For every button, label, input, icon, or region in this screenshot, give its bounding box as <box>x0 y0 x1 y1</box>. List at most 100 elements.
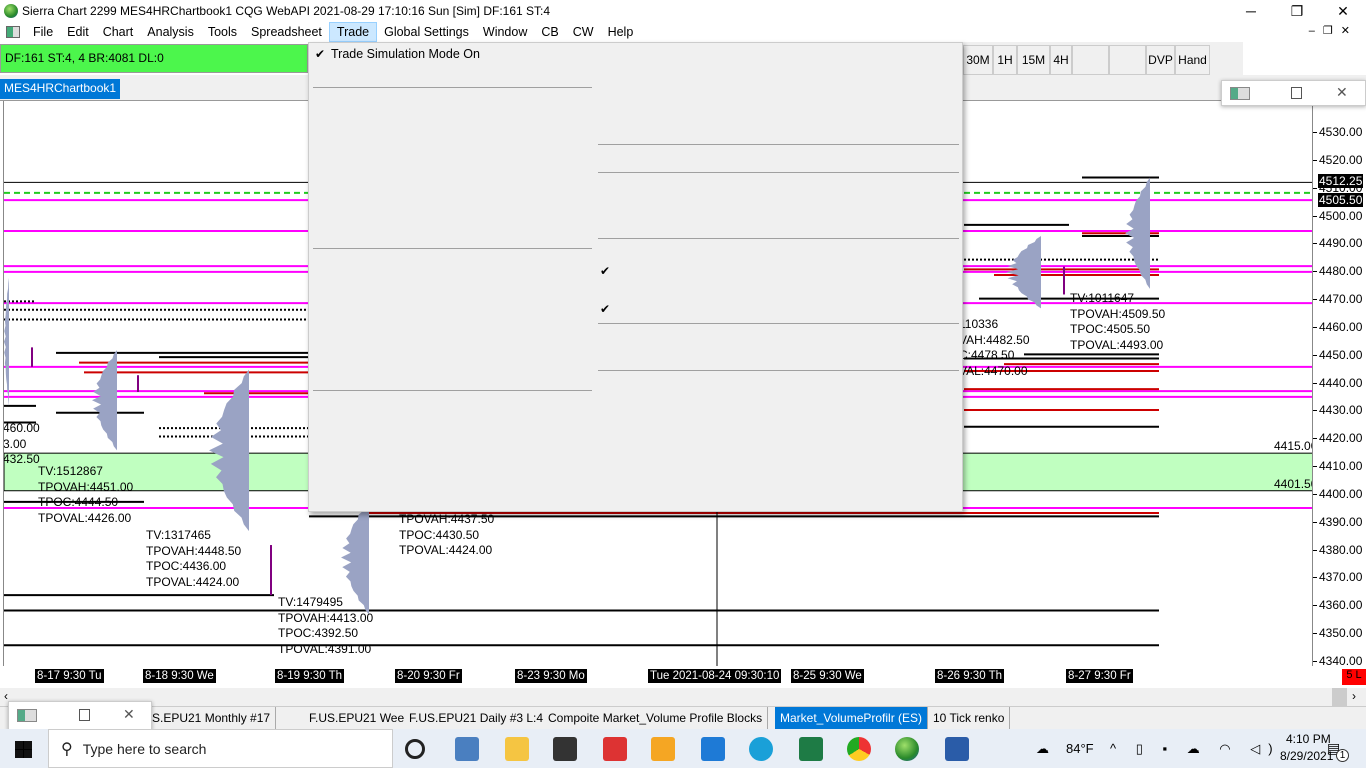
toolbar-button-dvp[interactable]: DVP <box>1146 45 1175 75</box>
annotation-line: TPOC:4444.50 <box>38 495 119 509</box>
scroll-right-icon[interactable]: › <box>1352 689 1356 703</box>
x-tick-label: 8-19 9:30 Th <box>275 669 345 683</box>
taskbar-search-input[interactable]: ⚲ Type here to search <box>48 729 393 768</box>
y-tick-label: 4430.00 <box>1312 403 1363 418</box>
annotation-line: TPOVAH:4448.50 <box>146 543 242 558</box>
minimize-button[interactable]: ─ <box>1228 0 1274 22</box>
app-menu-icon[interactable] <box>6 26 20 38</box>
menu-window[interactable]: Window <box>476 22 534 42</box>
horizontal-scrollbar[interactable]: ‹ › <box>0 688 1366 706</box>
menu-file[interactable]: File <box>26 22 60 42</box>
toolbar-button-blank-5[interactable] <box>1109 45 1146 75</box>
price-label-poc: 4505.50 <box>1318 193 1364 208</box>
minimized-window[interactable]: ✕ <box>8 701 152 731</box>
profile-stats-annotation: TV:1011647 TPOVAH:4509.50 TPOC:4505.50 TPOV… <box>1070 291 1165 353</box>
annotation-line: TPOVAL:4426.00 <box>38 510 132 525</box>
menu-edit[interactable]: Edit <box>60 22 96 42</box>
y-tick-label: 4380.00 <box>1312 542 1363 557</box>
toolbar-button-30m[interactable]: 30M <box>963 45 993 75</box>
scroll-thumb[interactable] <box>1332 688 1347 706</box>
toolbar-button-hand[interactable]: Hand <box>1175 45 1210 75</box>
cortana-icon[interactable] <box>405 739 425 759</box>
profile-stats-annotation: TPOVAH:4437.50 TPOC:4430.50 TPOVAL:4424.00 <box>399 512 494 559</box>
trade-menu-dropdown: ✔ Trade Simulation Mode On ✔ ✔ <box>308 42 963 512</box>
floating-window[interactable]: ✕ <box>1221 80 1366 106</box>
annotation-line: TPOVAH:4437.50 <box>399 512 495 526</box>
sheet-tab[interactable]: Market_VolumeProfilr (ES) <box>775 707 929 729</box>
menu-item-trade-simulation-mode[interactable]: Trade Simulation Mode On <box>331 47 480 61</box>
annotation-line: TV:1011647 <box>1070 291 1135 305</box>
maximize-icon[interactable] <box>1291 87 1302 99</box>
menu-spreadsheet[interactable]: Spreadsheet <box>244 22 329 42</box>
annotation-line: TPOC:4505.50 <box>1070 322 1151 336</box>
maximize-icon[interactable] <box>79 709 90 721</box>
chartbook-tab[interactable]: MES4HRChartbook1 <box>0 79 121 99</box>
toolbar-button-1h[interactable]: 1H <box>993 45 1017 75</box>
edge-icon[interactable] <box>749 737 773 761</box>
menu-help[interactable]: Help <box>601 22 641 42</box>
mail-icon[interactable] <box>701 737 725 761</box>
windows-start-icon[interactable] <box>15 741 32 758</box>
x-tick-label: 8-17 9:30 Tu <box>35 669 104 683</box>
todoist-icon[interactable] <box>603 737 627 761</box>
excel-icon[interactable] <box>799 737 823 761</box>
x-tick-label: 8-18 9:30 We <box>143 669 216 683</box>
menu-tools[interactable]: Tools <box>201 22 244 42</box>
toolbar-button-15m[interactable]: 15M <box>1017 45 1050 75</box>
toolbar-button-blank-4[interactable] <box>1072 45 1109 75</box>
x-tick-label: 8-26 9:30 Th <box>935 669 1005 683</box>
annotation-line: TPOVAH:4509.50 <box>1070 306 1166 321</box>
menu-global-settings[interactable]: Global Settings <box>377 22 476 42</box>
menu-cw[interactable]: CW <box>566 22 601 42</box>
store-icon[interactable] <box>553 737 577 761</box>
clock-time[interactable]: 4:10 PM <box>1286 732 1331 746</box>
sheet-tab[interactable]: 10 Tick renko <box>928 707 1011 729</box>
status-bar: DF:161 ST:4, 4 BR:4081 DL:0 <box>0 44 308 73</box>
mdi-window-controls[interactable]: –❐✕ <box>1309 24 1358 37</box>
clock-date[interactable]: 8/29/2021 <box>1280 749 1333 763</box>
checkmark-icon: ✔ <box>600 302 611 316</box>
close-button[interactable]: ✕ <box>1320 0 1366 22</box>
profile-stats-annotation: 110336 VAH:4482.50 C:4478.50 VAL:4470.00 <box>959 317 1030 379</box>
menu-cb[interactable]: CB <box>534 22 565 42</box>
price-axis[interactable]: 4530.004520.004510.004500.004490.004480.… <box>1312 101 1366 668</box>
window-icon <box>1230 87 1250 100</box>
x-tick-label: 8-20 9:30 Fr <box>395 669 462 683</box>
menu-trade[interactable]: Trade <box>328 22 378 42</box>
annotation-line: TPOVAL:4424.00 <box>146 574 240 589</box>
weather-icon[interactable]: ☁ <box>1036 741 1049 757</box>
app-icon[interactable] <box>455 737 479 761</box>
sheet-tab[interactable]: S.EPU21 Monthly #17 <box>147 707 277 729</box>
annotation-line: VAH:4482.50 <box>959 332 1030 347</box>
y-tick-label: 4400.00 <box>1312 486 1363 501</box>
photos-icon[interactable] <box>945 737 969 761</box>
system-tray-icons[interactable]: ^ ▯ ▪ ☁ ◠ ◁) <box>1110 741 1281 757</box>
sheet-tab[interactable]: F.US.EPU21 Daily #3 L:4 <box>404 707 550 729</box>
annotation-line: TPOC:4430.50 <box>399 527 480 542</box>
close-icon[interactable]: ✕ <box>123 706 135 723</box>
sheet-tab[interactable]: Compoite Market_Volume Profile Blocks <box>543 707 769 729</box>
menu-bar: File Edit Chart Analysis Tools Spreadsheet Tra… <box>0 22 1366 42</box>
y-tick-label: 4490.00 <box>1312 236 1363 251</box>
menu-chart[interactable]: Chart <box>96 22 141 42</box>
weather-temp[interactable]: 84°F <box>1066 741 1094 756</box>
sierra-chart-logo-icon <box>4 4 18 18</box>
window-icon <box>17 709 37 722</box>
close-icon[interactable]: ✕ <box>1336 84 1348 101</box>
file-explorer-icon[interactable] <box>505 737 529 761</box>
notification-count: 1 <box>1336 749 1349 762</box>
y-tick-label: 4410.00 <box>1312 459 1363 474</box>
restore-button[interactable]: ❐ <box>1274 0 1320 22</box>
toolbar-button-4h[interactable]: 4H <box>1050 45 1072 75</box>
sierra-chart-taskbar-icon[interactable] <box>895 737 919 761</box>
y-tick-label: 4500.00 <box>1312 208 1363 223</box>
menu-analysis[interactable]: Analysis <box>140 22 201 42</box>
price-label-last: 4512.25 <box>1318 174 1364 189</box>
chrome-icon[interactable] <box>847 737 871 761</box>
y-tick-label: 4340.00 <box>1312 653 1363 668</box>
y-tick-label: 4420.00 <box>1312 431 1363 446</box>
speedometer-icon[interactable] <box>651 737 675 761</box>
volume-profile <box>4 277 9 406</box>
annotation-line: TV:1479495 <box>278 595 343 609</box>
y-tick-label: 4390.00 <box>1312 514 1363 529</box>
